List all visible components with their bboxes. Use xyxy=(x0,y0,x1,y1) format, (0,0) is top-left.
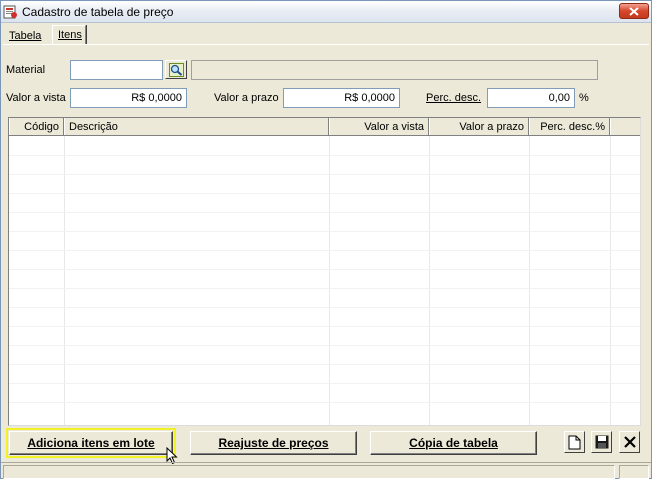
copia-tabela-button[interactable]: Cópia de tabela xyxy=(370,431,537,455)
grid-row-divider xyxy=(9,345,640,346)
perc-desc-input[interactable]: 0,00 xyxy=(487,88,575,108)
grid-row-divider xyxy=(9,383,640,384)
search-icon xyxy=(169,63,184,77)
delete-button[interactable] xyxy=(619,431,640,453)
grid-header: Código Descrição Valor a vista Valor a p… xyxy=(9,118,640,136)
column-header-codigo[interactable]: Código xyxy=(9,118,64,135)
save-button[interactable] xyxy=(591,431,612,453)
items-grid[interactable]: Código Descrição Valor a vista Valor a p… xyxy=(8,117,641,426)
tab-panel-border xyxy=(3,44,649,45)
column-header-valor-prazo[interactable]: Valor a prazo xyxy=(429,118,529,135)
perc-desc-label: Perc. desc. xyxy=(426,92,482,104)
tab-itens[interactable]: Itens xyxy=(52,25,86,44)
valor-vista-label: Valor a vista xyxy=(6,92,66,104)
grid-row-divider xyxy=(9,307,640,308)
title-bar: Cadastro de tabela de preço xyxy=(1,1,651,23)
window-title: Cadastro de tabela de preço xyxy=(22,5,174,19)
column-header-perc-desc[interactable]: Perc. desc.% xyxy=(529,118,610,135)
grid-row-divider xyxy=(9,288,640,289)
adiciona-itens-button[interactable]: Adiciona itens em lote xyxy=(6,428,176,458)
new-button[interactable] xyxy=(564,431,585,453)
main-window: Cadastro de tabela de preço Tabela Itens… xyxy=(0,0,652,479)
status-panel-secondary xyxy=(619,465,649,479)
grid-row-divider xyxy=(9,364,640,365)
valor-vista-input[interactable]: R$ 0,0000 xyxy=(70,88,187,108)
close-window-button[interactable] xyxy=(619,3,649,19)
app-icon xyxy=(3,4,18,19)
new-document-icon xyxy=(568,435,581,450)
status-bar xyxy=(1,462,651,479)
grid-row-divider xyxy=(9,402,640,403)
status-panel-main xyxy=(3,465,615,479)
column-header-descricao[interactable]: Descrição xyxy=(64,118,329,135)
grid-row-divider xyxy=(9,212,640,213)
material-description-field xyxy=(191,60,598,80)
grid-row-divider xyxy=(9,174,640,175)
tab-tabela-label: Tabela xyxy=(9,30,42,42)
valor-prazo-label: Valor a prazo xyxy=(214,92,279,104)
tab-tabela[interactable]: Tabela xyxy=(4,27,50,44)
valor-prazo-input[interactable]: R$ 0,0000 xyxy=(283,88,400,108)
close-icon xyxy=(624,436,636,448)
material-code-input[interactable] xyxy=(70,60,163,80)
column-header-valor-vista[interactable]: Valor a vista xyxy=(329,118,429,135)
grid-row-divider xyxy=(9,269,640,270)
perc-unit-label: % xyxy=(579,92,589,104)
material-lookup-button[interactable] xyxy=(165,60,187,79)
material-label: Material xyxy=(6,64,46,76)
tab-itens-label: Itens xyxy=(58,29,82,41)
grid-row-divider xyxy=(9,231,640,232)
save-icon xyxy=(595,435,609,449)
close-icon xyxy=(629,7,639,16)
grid-row-divider xyxy=(9,326,640,327)
column-header-filler xyxy=(610,118,640,135)
grid-row-divider xyxy=(9,193,640,194)
grid-row-divider xyxy=(9,250,640,251)
grid-row-divider xyxy=(9,155,640,156)
reajuste-precos-button[interactable]: Reajuste de preços xyxy=(190,431,357,455)
